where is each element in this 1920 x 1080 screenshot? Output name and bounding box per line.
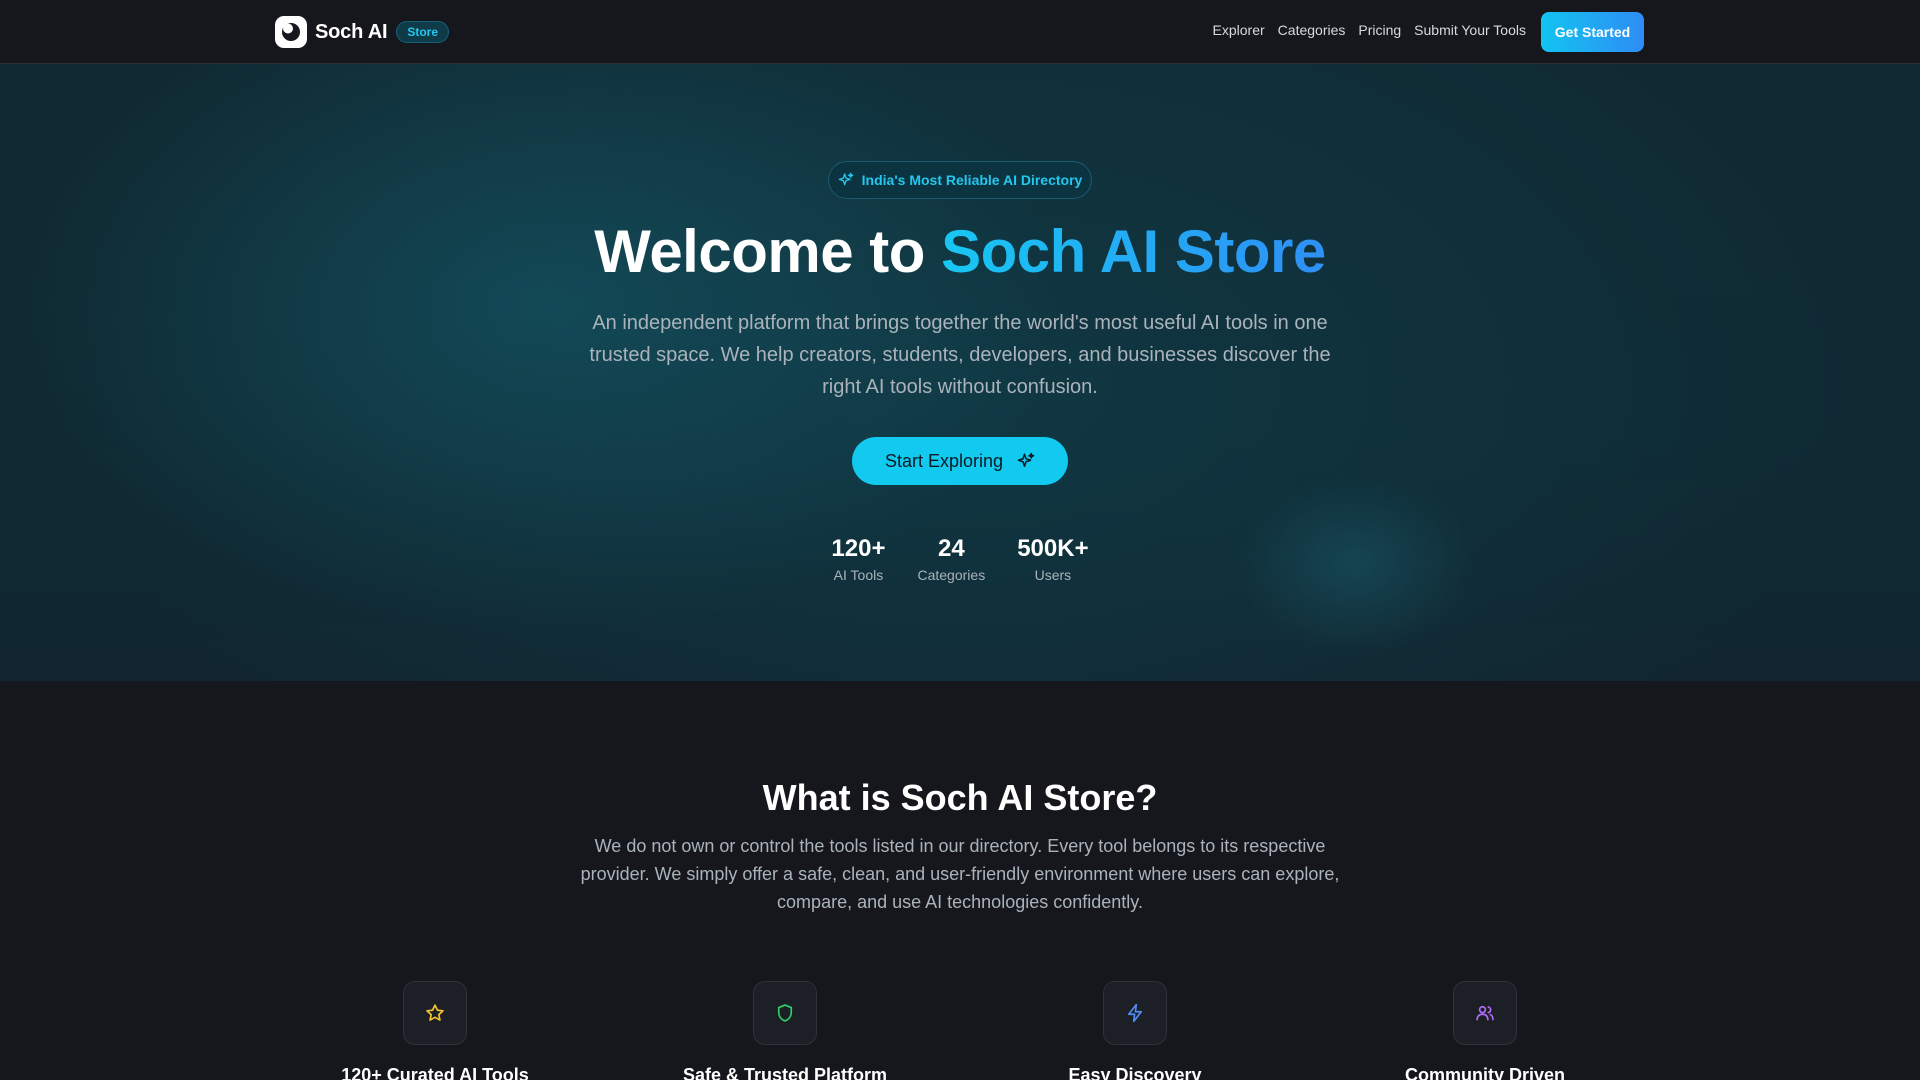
hero-badge: India's Most Reliable AI Directory xyxy=(828,161,1092,199)
start-exploring-label: Start Exploring xyxy=(884,450,1004,471)
stat-ai-tools: 120+ AI Tools xyxy=(831,534,885,583)
users-icon xyxy=(1476,1005,1494,1021)
hero-title-prefix: Welcome to xyxy=(594,218,925,285)
stats: 120+ AI Tools 24 Categories 500K+ Users xyxy=(0,534,1920,583)
hero-title: Welcome to Soch AI Store xyxy=(0,217,1920,286)
nav-links: Explorer Categories Pricing Submit Your … xyxy=(1213,22,1526,38)
page: Soch AI Store Explorer Categories Pricin… xyxy=(0,0,1920,1080)
nav-link-submit-tools[interactable]: Submit Your Tools xyxy=(1414,22,1526,38)
brand-name: Soch AI xyxy=(315,20,388,43)
feature-icon-box xyxy=(753,981,817,1045)
hero-description: An independent platform that brings toge… xyxy=(589,312,1331,398)
stat-value: 120+ xyxy=(831,535,886,562)
feature-title: Safe & Trusted Platform xyxy=(682,1065,888,1080)
get-started-button[interactable]: Get Started xyxy=(1541,12,1644,52)
features: 120+ Curated AI Tools Safe & Trusted Pla… xyxy=(0,981,1920,1080)
stat-label: Categories xyxy=(917,567,986,583)
navbar: Soch AI Store Explorer Categories Pricin… xyxy=(0,0,1920,64)
stat-value: 24 xyxy=(937,535,965,562)
hero-badge-text: India's Most Reliable AI Directory xyxy=(861,172,1083,188)
store-badge: Store xyxy=(396,21,449,43)
nav-link-categories[interactable]: Categories xyxy=(1278,22,1346,38)
nav-link-explorer[interactable]: Explorer xyxy=(1213,22,1265,38)
lightning-icon xyxy=(1127,1003,1143,1023)
star-icon xyxy=(426,1004,444,1021)
feature-title: Community Driven xyxy=(1404,1065,1566,1080)
logo-icon xyxy=(275,16,307,48)
sparkle-icon xyxy=(1017,452,1035,467)
feature-title: 120+ Curated AI Tools xyxy=(341,1065,529,1080)
about-description: We do not own or control the tools liste… xyxy=(580,836,1340,912)
sparkle-icon xyxy=(838,172,854,186)
about-title: What is Soch AI Store? xyxy=(762,777,1158,818)
stat-label: Users xyxy=(1034,567,1072,583)
stat-categories: 24 Categories xyxy=(917,534,985,583)
hero-title-highlight: Soch AI Store xyxy=(941,218,1326,285)
about-section: What is Soch AI Store? We do not own or … xyxy=(0,681,1920,1080)
feature-icon-box xyxy=(1103,981,1167,1045)
feature-title: Easy Discovery xyxy=(1068,1065,1202,1080)
stat-label: AI Tools xyxy=(833,567,884,583)
stat-value: 500K+ xyxy=(1017,535,1089,562)
shield-icon xyxy=(777,1004,793,1022)
feature-icon-box xyxy=(1453,981,1517,1045)
nav-link-pricing[interactable]: Pricing xyxy=(1358,22,1401,38)
brand[interactable]: Soch AI Store xyxy=(275,16,449,48)
feature-icon-box xyxy=(403,981,467,1045)
stat-users: 500K+ Users xyxy=(1017,534,1088,583)
hero-section: India's Most Reliable AI Directory Welco… xyxy=(0,64,1920,681)
start-exploring-button[interactable]: Start Exploring xyxy=(852,437,1068,485)
